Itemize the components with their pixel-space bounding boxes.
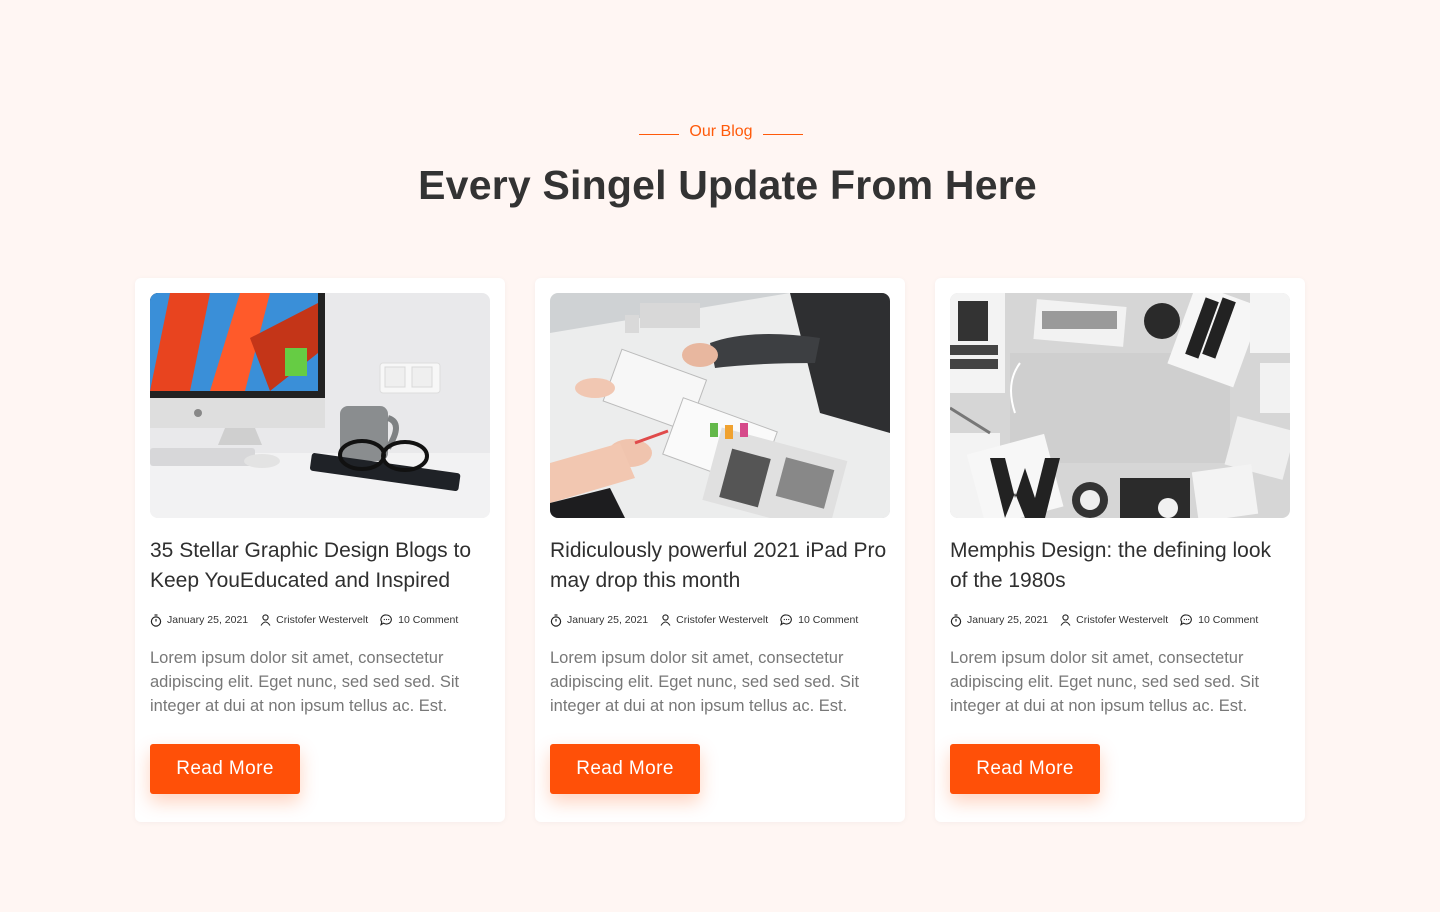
eyebrow-line-left <box>639 133 680 135</box>
post-comments[interactable]: 10 Comment <box>1180 614 1258 626</box>
eyebrow: Our Blog <box>2 120 1440 144</box>
stopwatch-icon <box>950 613 962 627</box>
post-title[interactable]: 35 Stellar Graphic Design Blogs to Keep … <box>150 536 490 596</box>
post-author-text: Cristofer Westervelt <box>676 614 769 626</box>
post-comments[interactable]: 10 Comment <box>780 614 858 626</box>
read-more-button[interactable]: Read More <box>950 744 1100 794</box>
comment-icon <box>1180 614 1193 626</box>
read-more-button[interactable]: Read More <box>550 744 700 794</box>
section-title: Every Singel Update From Here <box>418 162 1037 208</box>
post-comments[interactable]: 10 Comment <box>380 614 458 626</box>
post-date: January 25, 2021 <box>550 613 649 627</box>
post-title[interactable]: Memphis Design: the defining look of the… <box>950 536 1290 596</box>
post-image-design-workspace[interactable] <box>550 293 890 518</box>
eyebrow-line-right <box>762 133 803 135</box>
post-title[interactable]: Ridiculously powerful 2021 iPad Pro may … <box>550 536 890 596</box>
user-icon <box>260 614 271 626</box>
post-excerpt: Lorem ipsum dolor sit amet, consectetur … <box>950 649 1260 715</box>
post-date: January 25, 2021 <box>950 613 1049 627</box>
comment-icon <box>380 614 393 626</box>
post-comments-text: 10 Comment <box>798 614 859 626</box>
stopwatch-icon <box>550 613 562 627</box>
stopwatch-icon <box>150 613 162 627</box>
post-author[interactable]: Cristofer Westervelt <box>1060 614 1168 626</box>
post-excerpt: Lorem ipsum dolor sit amet, consectetur … <box>550 649 860 715</box>
post-author[interactable]: Cristofer Westervelt <box>660 614 768 626</box>
post-author-text: Cristofer Westervelt <box>276 614 369 626</box>
comment-icon <box>780 614 793 626</box>
post-meta: January 25, 2021 Cristofer Westervelt 10… <box>550 613 890 627</box>
post-meta: January 25, 2021 Cristofer Westervelt 10… <box>950 613 1290 627</box>
read-more-button[interactable]: Read More <box>150 744 300 794</box>
post-author[interactable]: Cristofer Westervelt <box>260 614 368 626</box>
eyebrow-label: Our Blog <box>689 123 753 140</box>
post-date: January 25, 2021 <box>150 613 249 627</box>
post-image-poster-collage[interactable] <box>950 293 1290 518</box>
user-icon <box>660 614 671 626</box>
post-date-text: January 25, 2021 <box>167 614 249 626</box>
user-icon <box>1060 614 1071 626</box>
blog-section-header: Our Blog Every Singel Update From Here <box>0 120 1440 209</box>
blog-cards: 35 Stellar Graphic Design Blogs to Keep … <box>135 278 1305 822</box>
post-date-text: January 25, 2021 <box>567 614 649 626</box>
post-image-desk-computer[interactable] <box>150 293 490 518</box>
post-comments-text: 10 Comment <box>1198 614 1259 626</box>
post-excerpt: Lorem ipsum dolor sit amet, consectetur … <box>150 649 460 715</box>
blog-card: Memphis Design: the defining look of the… <box>935 278 1305 822</box>
post-meta: January 25, 2021 Cristofer Westervelt 10… <box>150 613 490 627</box>
blog-card: Ridiculously powerful 2021 iPad Pro may … <box>535 278 905 822</box>
post-author-text: Cristofer Westervelt <box>1076 614 1169 626</box>
post-comments-text: 10 Comment <box>398 614 459 626</box>
blog-card: 35 Stellar Graphic Design Blogs to Keep … <box>135 278 505 822</box>
post-date-text: January 25, 2021 <box>967 614 1049 626</box>
